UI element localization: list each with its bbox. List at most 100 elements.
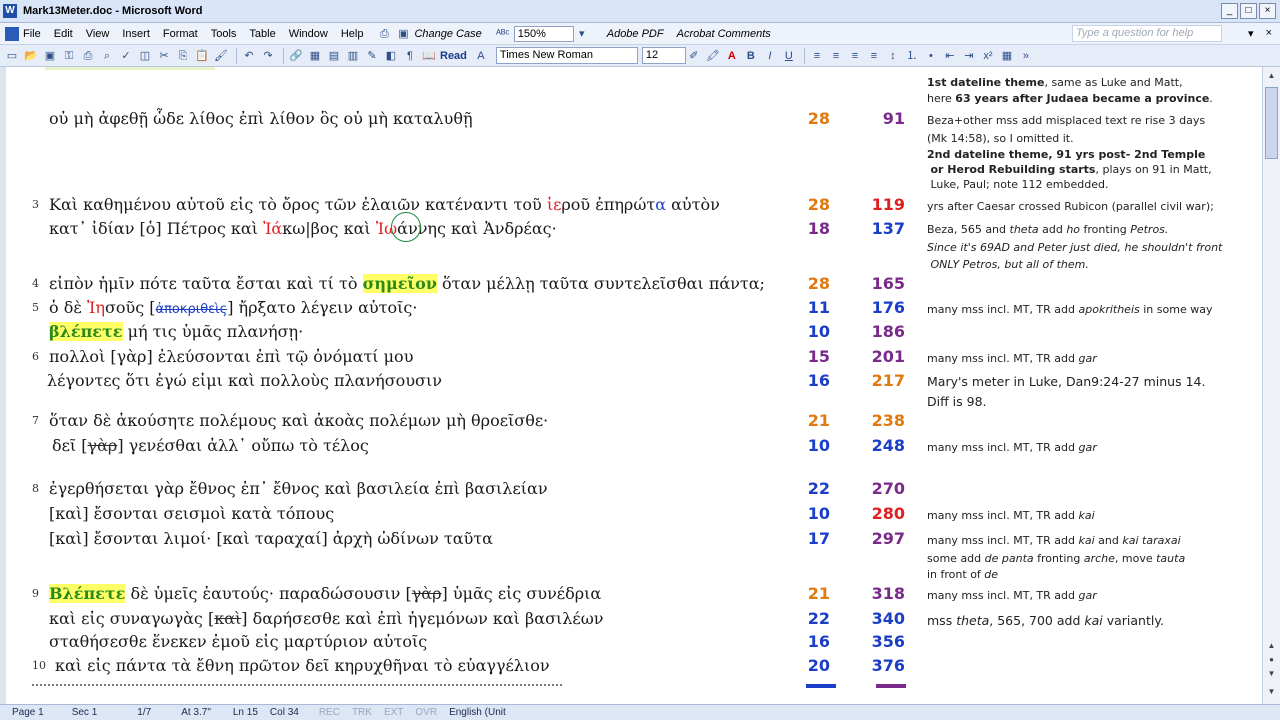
text-line[interactable]: κατ᾽ ἰδίαν [ὁ] Πέτρος καὶ Ἰάκω|βος καὶ Ἰ…: [49, 219, 557, 238]
text-line[interactable]: οὐ μὴ ἀφεθῇ ὧδε λίθος ἐπὶ λίθον ὃς οὐ μὴ…: [49, 109, 473, 128]
scroll-down-icon[interactable]: ▼: [1265, 667, 1278, 680]
open-icon[interactable]: 📂: [23, 48, 39, 64]
minimize-button[interactable]: _: [1221, 3, 1238, 19]
menu-format[interactable]: Format: [163, 28, 198, 40]
adobe-pdf-menu[interactable]: Adobe PDF: [607, 28, 664, 40]
decrease-indent-icon[interactable]: ⇤: [942, 48, 958, 64]
font-color-icon[interactable]: A: [724, 48, 740, 64]
text-line[interactable]: Βλέπετε δὲ ὑμεῖς ἑαυτούς· παραδώσουσιν […: [49, 584, 601, 603]
word-app-icon[interactable]: W: [3, 4, 17, 18]
cut-icon[interactable]: ✂: [156, 48, 172, 64]
tables-icon[interactable]: ▦: [307, 48, 323, 64]
text-line[interactable]: ὅταν δὲ ἀκούσητε πολέμους καὶ ἀκοὰς πολέ…: [49, 411, 548, 430]
show-hide-icon[interactable]: ¶: [402, 48, 418, 64]
paste-icon[interactable]: 📋: [194, 48, 210, 64]
text-line[interactable]: [καὶ] ἔσονται σεισμοὶ κατὰ τόπους: [49, 504, 334, 523]
text-line[interactable]: ὁ δὲ Ἰησοῦς [ἀποκριθεὶς] ἤρξατο λέγειν α…: [49, 298, 417, 317]
status-trk[interactable]: TRK: [352, 707, 372, 718]
scroll-up-icon[interactable]: ▲: [1265, 639, 1278, 652]
borders-icon[interactable]: ▦: [999, 48, 1015, 64]
font-size-select[interactable]: 12: [641, 47, 686, 64]
text-line[interactable]: σταθήσεσθε ἕνεκεν ἐμοῦ εἰς μαρτύριον αὐτ…: [49, 632, 427, 651]
text-line[interactable]: ἐγερθήσεται γὰρ ἔθνος ἐπ᾽ ἔθνος καὶ βασι…: [49, 479, 548, 498]
drawing-icon[interactable]: ✎: [364, 48, 380, 64]
menu-window[interactable]: Window: [289, 28, 328, 40]
document-area[interactable]: οὐ μὴ ἀφεθῇ ὧδε λίθος ἐπὶ λίθον ὃς οὐ μὴ…: [0, 67, 1262, 704]
increase-indent-icon[interactable]: ⇥: [961, 48, 977, 64]
undo-icon[interactable]: ↶: [241, 48, 257, 64]
permission-icon[interactable]: ⚿: [61, 48, 77, 64]
menu-tools[interactable]: Tools: [211, 28, 237, 40]
format-painter-icon[interactable]: 🖌: [213, 48, 229, 64]
help-search-input[interactable]: Type a question for help: [1072, 25, 1222, 42]
line-spacing-icon[interactable]: ↕: [885, 48, 901, 64]
bullets-icon[interactable]: •: [923, 48, 939, 64]
select-browse-icon[interactable]: ●: [1265, 653, 1278, 666]
zoom-dropdown-icon[interactable]: ▾: [574, 26, 590, 42]
menu-insert[interactable]: Insert: [122, 28, 150, 40]
insert-table-icon[interactable]: ▤: [326, 48, 342, 64]
help-dropdown-icon[interactable]: ▾: [1248, 27, 1254, 40]
text-line[interactable]: λέγοντες ὅτι ἐγώ εἰμι καὶ πολλοὺς πλανήσ…: [47, 371, 442, 390]
text-line[interactable]: πολλοὶ [γὰρ] ἐλεύσονται ἐπὶ τῷ ὀνόματί μ…: [49, 347, 413, 366]
underline-icon[interactable]: U: [781, 48, 797, 64]
maximize-button[interactable]: □: [1240, 3, 1257, 19]
columns-icon[interactable]: ▥: [345, 48, 361, 64]
close-button[interactable]: ×: [1259, 3, 1276, 19]
scroll-up-icon[interactable]: ▲: [1265, 69, 1278, 82]
redo-icon[interactable]: ↷: [260, 48, 276, 64]
align-right-icon[interactable]: ≡: [847, 48, 863, 64]
text-line[interactable]: καὶ εἰς πάντα τὰ ἔθνη πρῶτον δεῖ κηρυχθῆ…: [55, 656, 550, 675]
align-center-icon[interactable]: ≡: [828, 48, 844, 64]
note-line: many mss incl. MT, TR add apokritheis in…: [927, 303, 1213, 316]
text-line[interactable]: καὶ εἰς συναγωγὰς [καὶ] δαρήσεσθε καὶ ἐπ…: [49, 609, 604, 628]
document-icon[interactable]: [5, 26, 19, 41]
spell-check-icon[interactable]: ✓: [118, 48, 134, 64]
status-language[interactable]: English (Unit: [449, 707, 506, 718]
status-ovr[interactable]: OVR: [415, 707, 437, 718]
menu-table[interactable]: Table: [249, 28, 275, 40]
styles-icon[interactable]: A: [473, 48, 489, 64]
text-line[interactable]: βλέπετε μή τις ὑμᾶς πλανήσῃ·: [49, 322, 303, 341]
text-line[interactable]: Καὶ καθημένου αὐτοῦ εἰς τὸ ὄρος τῶν ἐλαι…: [49, 195, 720, 214]
save-icon[interactable]: ▣: [395, 26, 411, 42]
highlight-icon[interactable]: 🖍: [705, 48, 721, 64]
status-rec[interactable]: REC: [319, 707, 340, 718]
numbering-icon[interactable]: ⒈: [904, 48, 920, 64]
new-doc-icon[interactable]: ▭: [4, 48, 20, 64]
read-button[interactable]: Read: [440, 50, 467, 62]
menu-file[interactable]: File: [23, 28, 41, 40]
copy-icon[interactable]: ⎘: [175, 48, 191, 64]
save-doc-icon[interactable]: ▣: [42, 48, 58, 64]
preview-icon[interactable]: ⌕: [99, 48, 115, 64]
research-icon[interactable]: ◫: [137, 48, 153, 64]
scroll-down-icon[interactable]: ▼: [1265, 685, 1278, 698]
justify-icon[interactable]: ≡: [866, 48, 882, 64]
read-icon[interactable]: 📖: [421, 48, 437, 64]
text-line[interactable]: [καὶ] ἔσονται λιμοί· [καὶ ταραχαί] ἀρχὴ …: [49, 529, 493, 548]
scrollbar-thumb[interactable]: [1265, 87, 1278, 159]
doc-close-icon[interactable]: ×: [1266, 27, 1272, 40]
text-line[interactable]: εἰπὸν ἡμῖν πότε ταῦτα ἔσται καὶ τί τὸ ση…: [49, 274, 765, 293]
hyperlink-icon[interactable]: 🔗: [288, 48, 304, 64]
font-name-select[interactable]: Times New Roman: [495, 47, 638, 64]
text-line[interactable]: δεῖ [γὰρ] γενέσθαι ἀλλ᾽ οὔπω τὸ τέλος: [52, 436, 369, 455]
spelling-icon[interactable]: ᴬᴮᶜ: [495, 26, 511, 42]
print-preview-icon[interactable]: ⎙: [376, 26, 392, 42]
doc-map-icon[interactable]: ◧: [383, 48, 399, 64]
align-left-icon[interactable]: ≡: [809, 48, 825, 64]
vertical-scrollbar[interactable]: ▲ ▲ ● ▼ ▼: [1262, 67, 1280, 704]
menu-edit[interactable]: Edit: [54, 28, 73, 40]
toolbar-options-icon[interactable]: »: [1018, 48, 1034, 64]
menu-help[interactable]: Help: [341, 28, 364, 40]
print-icon[interactable]: ⎙: [80, 48, 96, 64]
superscript-icon[interactable]: x²: [980, 48, 996, 64]
clear-format-icon[interactable]: ✐: [686, 48, 702, 64]
bold-icon[interactable]: B: [743, 48, 759, 64]
menu-view[interactable]: View: [86, 28, 110, 40]
status-ext[interactable]: EXT: [384, 707, 403, 718]
acrobat-comments-menu[interactable]: Acrobat Comments: [677, 28, 771, 40]
zoom-select[interactable]: 150%: [513, 25, 574, 42]
italic-icon[interactable]: I: [762, 48, 778, 64]
change-case-button[interactable]: Change Case: [414, 28, 481, 40]
